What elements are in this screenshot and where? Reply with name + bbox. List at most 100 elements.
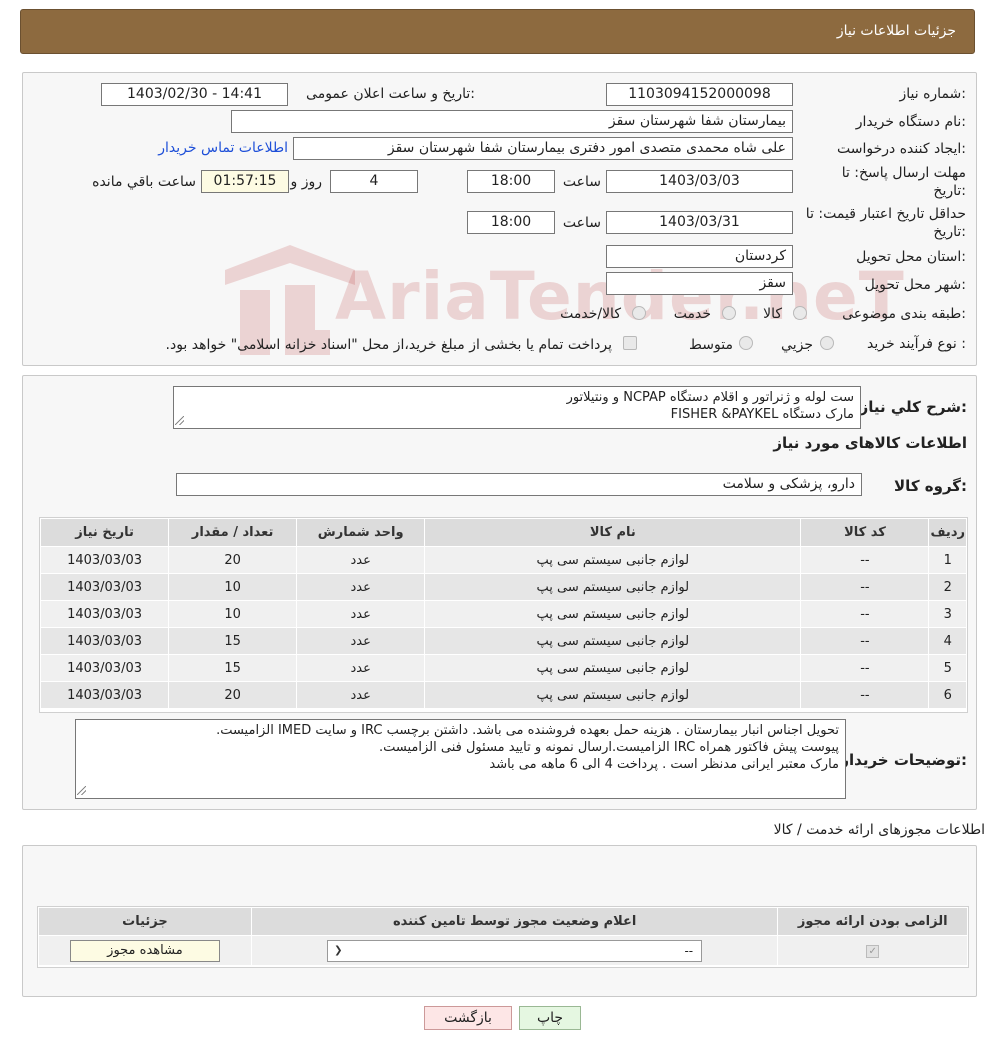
requester-label: ایجاد کننده درخواست:: [837, 141, 966, 157]
back-button[interactable]: بازگشت: [424, 1006, 512, 1030]
province-field: کردستان: [606, 245, 793, 268]
category-goods-radio[interactable]: [793, 306, 807, 320]
table-row: 3 -- لوازم جانبی سیستم سی پپ عدد 10 1403/03/0…: [39, 600, 967, 628]
row-number-cell: 5: [928, 654, 967, 682]
buyer-notes-textarea[interactable]: تحویل اجناس انبار بیمارستان . هزینه حمل …: [75, 719, 846, 799]
need-date-cell: 1403/03/03: [39, 627, 170, 655]
city-label: شهر محل تحویل:: [864, 277, 966, 293]
item-code-cell: --: [800, 573, 930, 601]
goods-group-field: دارو، پزشکی و سلامت: [176, 473, 862, 496]
permits-table-header: الزامی بودن ارائه مجوز اعلام وضعیت مجوز …: [38, 907, 968, 936]
process-medium-radio[interactable]: [739, 336, 753, 350]
permit-required-cell: ✓: [777, 935, 968, 966]
col-qty: تعداد / مقدار: [168, 518, 298, 547]
need-date-cell: 1403/03/03: [39, 573, 170, 601]
quantity-cell: 15: [168, 627, 298, 655]
goods-section-title: اطلاعات کالاهای مورد نیاز: [773, 434, 967, 452]
item-code-cell: --: [800, 546, 930, 574]
col-name: نام کالا: [424, 518, 802, 547]
permit-col-status: اعلام وضعیت مجوز توسط تامین کننده: [250, 907, 779, 936]
permit-select-value: --: [684, 943, 694, 958]
requester-field: علی شاه محمدی متصدی امور دفتری بیمارستان…: [293, 137, 793, 160]
city-field: سقز: [606, 272, 793, 295]
goods-table-header: ردیف کد کالا نام کالا واحد شمارش تعداد /…: [39, 518, 967, 547]
col-code: کد کالا: [800, 518, 930, 547]
validity-label: حداقل تاریخ اعتبار قیمت: تا: [805, 206, 966, 222]
col-unit: واحد شمارش: [296, 518, 426, 547]
process-minor-radio[interactable]: [820, 336, 834, 350]
row-number-cell: 4: [928, 627, 967, 655]
deadline-time-word: ساعت: [562, 174, 601, 190]
days-word: روز و: [290, 174, 323, 190]
category-goods-service-label: کالا/خدمت: [560, 306, 621, 322]
buyer-org-label: نام دستگاه خریدار:: [855, 114, 966, 130]
item-name-cell: لوازم جانبی سیستم سی پپ: [424, 546, 802, 574]
summary-textarea[interactable]: ست لوله و ژنراتور و اقلام دستگاه NCPAP و…: [173, 386, 861, 429]
row-number-cell: 2: [928, 573, 967, 601]
item-name-cell: لوازم جانبی سیستم سی پپ: [424, 573, 802, 601]
validity-date-field: 1403/03/31: [606, 211, 793, 234]
col-row: ردیف: [928, 518, 967, 547]
goods-table: ردیف کد کالا نام کالا واحد شمارش تعداد /…: [39, 518, 967, 709]
deadline-label: مهلت ارسال پاسخ: تا: [841, 165, 966, 181]
row-number-cell: 1: [928, 546, 967, 574]
quantity-cell: 15: [168, 654, 298, 682]
category-service-label: خدمت: [673, 306, 711, 322]
permit-row: ✓ ❯ -- مشاهده مجوز: [38, 935, 968, 966]
item-code-cell: --: [800, 681, 930, 709]
permit-col-required: الزامی بودن ارائه مجوز: [777, 907, 968, 936]
validity-label-date: تاریخ:: [933, 224, 966, 240]
view-permit-button[interactable]: مشاهده مجوز: [69, 939, 220, 962]
category-goods-label: کالا: [763, 306, 782, 322]
need-date-cell: 1403/03/03: [39, 681, 170, 709]
need-date-cell: 1403/03/03: [39, 654, 170, 682]
buyer-contact-link[interactable]: اطلاعات تماس خریدار: [158, 140, 288, 156]
unit-cell: عدد: [296, 600, 426, 628]
page-header: جزئیات اطلاعات نیاز: [20, 9, 975, 54]
item-name-cell: لوازم جانبی سیستم سی پپ: [424, 654, 802, 682]
process-label: نوع فرآیند خرید :: [867, 336, 966, 352]
validity-time-field: 18:00: [467, 211, 555, 234]
quantity-cell: 10: [168, 600, 298, 628]
permit-required-checkbox[interactable]: ✓: [866, 945, 880, 958]
process-medium-label: متوسط: [689, 337, 733, 353]
unit-cell: عدد: [296, 654, 426, 682]
deadline-date-field: 1403/03/03: [606, 170, 793, 193]
col-date: تاریخ نیاز: [39, 518, 170, 547]
days-field: 4: [330, 170, 418, 193]
permits-section-title: اطلاعات مجوزهای ارائه خدمت / کالا: [773, 822, 985, 838]
province-label: استان محل تحویل:: [856, 249, 966, 265]
process-treasury-checkbox[interactable]: [623, 336, 637, 350]
quantity-cell: 20: [168, 681, 298, 709]
permit-status-select[interactable]: ❯ --: [327, 939, 703, 962]
announce-field: 1403/02/30 - 14:41: [101, 83, 288, 106]
quantity-cell: 20: [168, 546, 298, 574]
page-title: جزئیات اطلاعات نیاز: [836, 23, 956, 39]
announce-label: تاریخ و ساعت اعلان عمومی:: [306, 86, 475, 102]
deadline-label-date: تاریخ:: [933, 183, 966, 199]
unit-cell: عدد: [296, 627, 426, 655]
print-button[interactable]: چاپ: [519, 1006, 581, 1030]
buyer-notes-label: توضیحات خریدار:: [840, 751, 967, 769]
item-name-cell: لوازم جانبی سیستم سی پپ: [424, 681, 802, 709]
need-number-label: شماره نیاز:: [899, 86, 966, 102]
unit-cell: عدد: [296, 573, 426, 601]
process-note: پرداخت تمام یا بخشی از مبلغ خرید،از محل …: [165, 337, 612, 353]
item-name-cell: لوازم جانبی سیستم سی پپ: [424, 627, 802, 655]
table-row: 4 -- لوازم جانبی سیستم سی پپ عدد 15 1403/03/0…: [39, 627, 967, 655]
remaining-word: ساعت باقي مانده: [92, 174, 196, 190]
category-service-radio[interactable]: [722, 306, 736, 320]
goods-group-label: گروه کالا:: [894, 477, 967, 495]
unit-cell: عدد: [296, 546, 426, 574]
table-row: 2 -- لوازم جانبی سیستم سی پپ عدد 10 1403/03/0…: [39, 573, 967, 601]
need-date-cell: 1403/03/03: [39, 546, 170, 574]
table-row: 5 -- لوازم جانبی سیستم سی پپ عدد 15 1403/03/0…: [39, 654, 967, 682]
item-code-cell: --: [800, 600, 930, 628]
summary-resize-grip[interactable]: [175, 416, 184, 425]
buyer-notes-resize-grip[interactable]: [77, 786, 86, 795]
permit-status-cell: ❯ --: [250, 935, 779, 966]
quantity-cell: 10: [168, 573, 298, 601]
category-goods-service-radio[interactable]: [632, 306, 646, 320]
deadline-time-field: 18:00: [467, 170, 555, 193]
table-row: 6 -- لوازم جانبی سیستم سی پپ عدد 20 1403/03/0…: [39, 681, 967, 709]
